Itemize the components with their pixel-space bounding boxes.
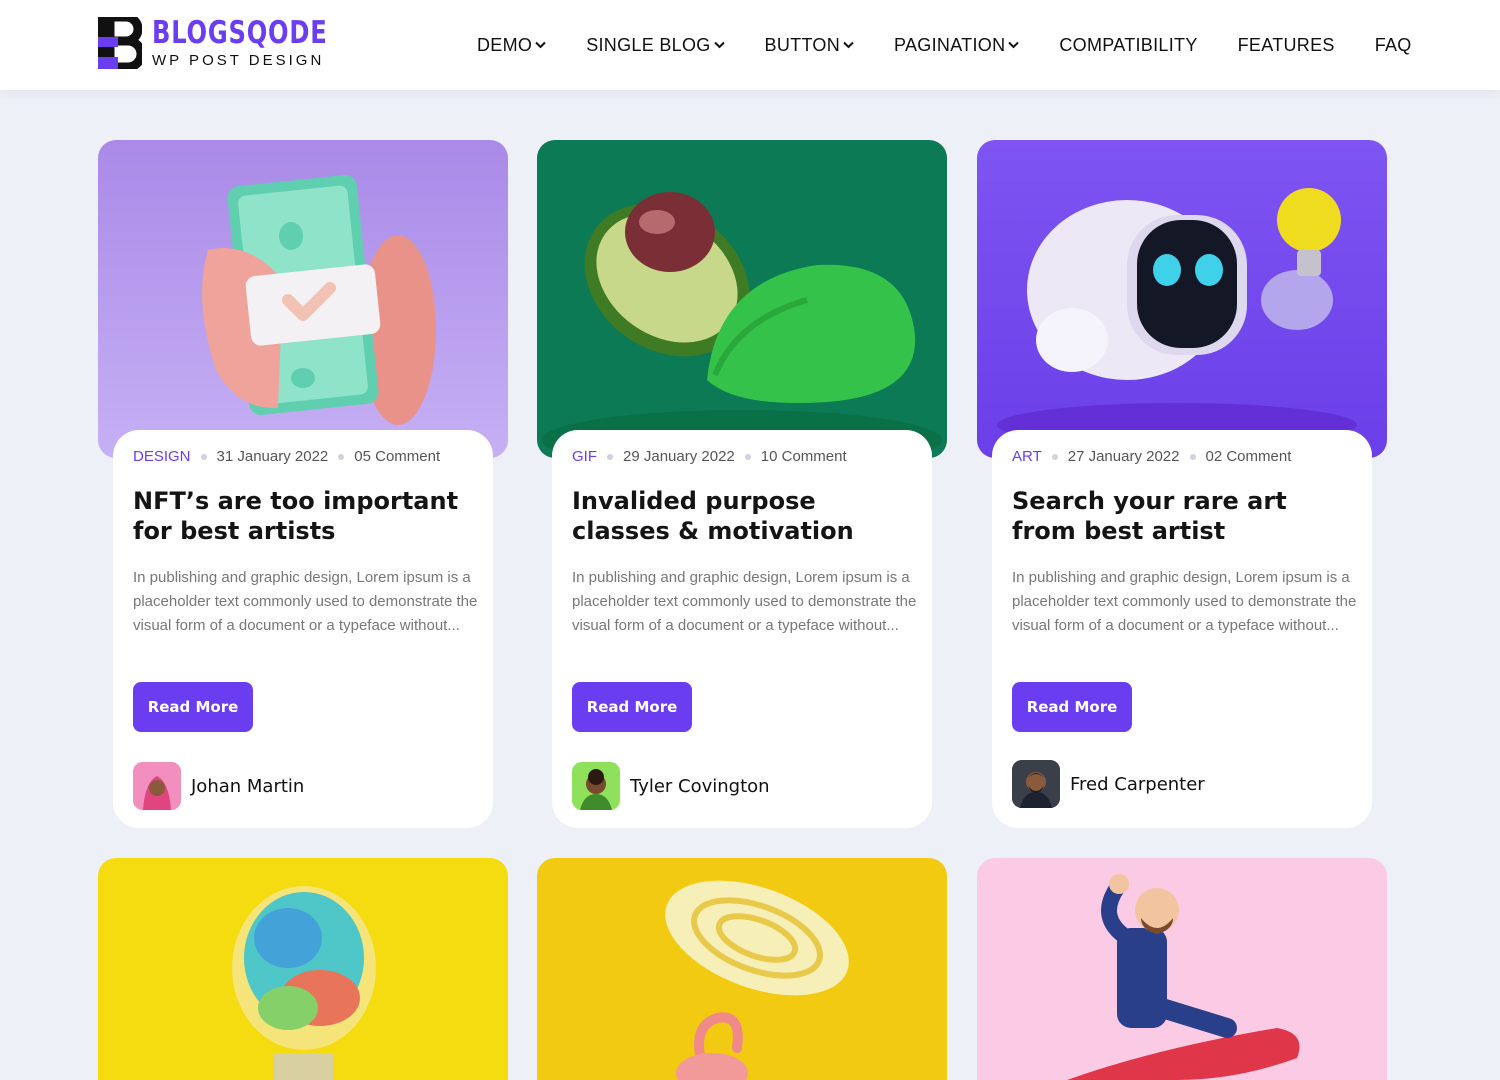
nav-item-label: FAQ xyxy=(1374,34,1412,55)
robot-with-lightbulb-illustration xyxy=(997,188,1357,447)
brand-tagline: WP POST DESIGN xyxy=(152,52,325,69)
post-category[interactable]: ART xyxy=(1012,448,1042,465)
post-date: 31 January 2022 xyxy=(216,448,329,465)
post-author: Johan Martin xyxy=(133,762,304,810)
nav-item-pagination[interactable]: PAGINATION xyxy=(894,34,1020,56)
post-meta: GIF 29 January 2022 10 Comment xyxy=(572,448,847,465)
avocado-halves-illustration xyxy=(542,192,942,458)
chevron-down-icon xyxy=(713,41,725,49)
post-category[interactable]: GIF xyxy=(572,448,597,465)
read-more-button[interactable]: Read More xyxy=(1012,682,1132,732)
post-image[interactable] xyxy=(977,140,1387,458)
nav-item-demo[interactable]: DEMO xyxy=(477,35,546,56)
site-header: BLOGSQODE WP POST DESIGN DEMO SINGLE BLO… xyxy=(0,0,1500,90)
nav-item-faq[interactable]: FAQ xyxy=(1375,35,1412,56)
post-title[interactable]: Invalided purpose classes & motivation xyxy=(572,486,917,546)
author-avatar-icon xyxy=(572,762,620,810)
author-name[interactable]: Johan Martin xyxy=(191,776,304,797)
main-nav: DEMO SINGLE BLOG BUTTON PAGINATION COMPA… xyxy=(477,30,1412,60)
post-author: Fred Carpenter xyxy=(1012,760,1205,808)
post-excerpt: In publishing and graphic design, Lorem … xyxy=(1012,569,1357,634)
post-image[interactable] xyxy=(537,140,947,458)
post-date: 29 January 2022 xyxy=(623,448,735,465)
read-more-button[interactable]: Read More xyxy=(572,682,692,732)
avatar[interactable] xyxy=(572,762,620,810)
post-excerpt: In publishing and graphic design, Lorem … xyxy=(133,569,478,634)
author-avatar-icon xyxy=(1012,760,1060,808)
nav-item-button[interactable]: BUTTON xyxy=(765,35,854,56)
brain-lightbulb-illustration xyxy=(232,886,376,1080)
post-image[interactable] xyxy=(977,858,1387,1080)
hand-holding-cash-illustration xyxy=(202,175,436,425)
post-comments[interactable]: 02 Comment xyxy=(1206,448,1292,465)
brand-logo[interactable]: BLOGSQODE WP POST DESIGN xyxy=(98,17,377,69)
nav-item-label: COMPATIBILITY xyxy=(1059,34,1198,55)
meta-separator xyxy=(744,453,751,460)
avatar[interactable] xyxy=(133,762,181,810)
post-card-body: GIF 29 January 2022 10 Comment Invalided… xyxy=(552,430,932,828)
post-date: 27 January 2022 xyxy=(1067,448,1180,465)
post-card-body: DESIGN 31 January 2022 05 Comment NFT’s … xyxy=(113,430,493,828)
post-image[interactable] xyxy=(537,858,947,1080)
meta-separator xyxy=(1051,453,1058,460)
post-image[interactable] xyxy=(98,858,508,1080)
meta-separator xyxy=(1189,453,1196,460)
brand-name: BLOGSQODE xyxy=(152,15,328,51)
post-comments[interactable]: 05 Comment xyxy=(354,448,440,465)
nav-item-label: FEATURES xyxy=(1237,34,1335,55)
post-card-body: ART 27 January 2022 02 Comment Search yo… xyxy=(992,430,1372,828)
nav-item-label: BUTTON xyxy=(764,34,841,55)
author-avatar-icon xyxy=(133,762,181,810)
chevron-down-icon xyxy=(843,41,854,49)
nav-item-compatibility[interactable]: COMPATIBILITY xyxy=(1059,35,1197,56)
chevron-down-icon xyxy=(535,41,546,49)
post-image[interactable] xyxy=(98,140,508,458)
meta-separator xyxy=(607,453,613,460)
nav-item-single-blog[interactable]: SINGLE BLOG xyxy=(586,34,725,56)
read-more-button[interactable]: Read More xyxy=(133,682,253,732)
businessman-on-rocket-illustration xyxy=(1067,874,1300,1080)
avatar[interactable] xyxy=(1012,760,1060,808)
meta-separator xyxy=(200,453,207,460)
nav-item-label: DEMO xyxy=(477,34,533,55)
nav-item-features[interactable]: FEATURES xyxy=(1238,35,1335,56)
post-excerpt: In publishing and graphic design, Lorem … xyxy=(572,569,917,634)
logo-mark-icon xyxy=(98,17,142,69)
nav-item-label: PAGINATION xyxy=(894,34,1006,55)
post-author: Tyler Covington xyxy=(572,762,770,810)
author-name[interactable]: Fred Carpenter xyxy=(1070,774,1205,795)
post-meta: DESIGN 31 January 2022 05 Comment xyxy=(133,448,440,465)
post-title[interactable]: Search your rare art from best artist xyxy=(1012,486,1357,546)
nav-item-label: SINGLE BLOG xyxy=(586,34,711,55)
meta-separator xyxy=(338,453,345,460)
author-name[interactable]: Tyler Covington xyxy=(630,776,770,797)
post-comments[interactable]: 10 Comment xyxy=(761,448,847,465)
post-meta: ART 27 January 2022 02 Comment xyxy=(1012,448,1291,465)
chevron-down-icon xyxy=(1008,41,1020,49)
flamingo-sunhat-illustration xyxy=(665,880,849,1080)
post-title[interactable]: NFT’s are too important for best artists xyxy=(133,486,478,546)
post-category[interactable]: DESIGN xyxy=(133,448,191,465)
